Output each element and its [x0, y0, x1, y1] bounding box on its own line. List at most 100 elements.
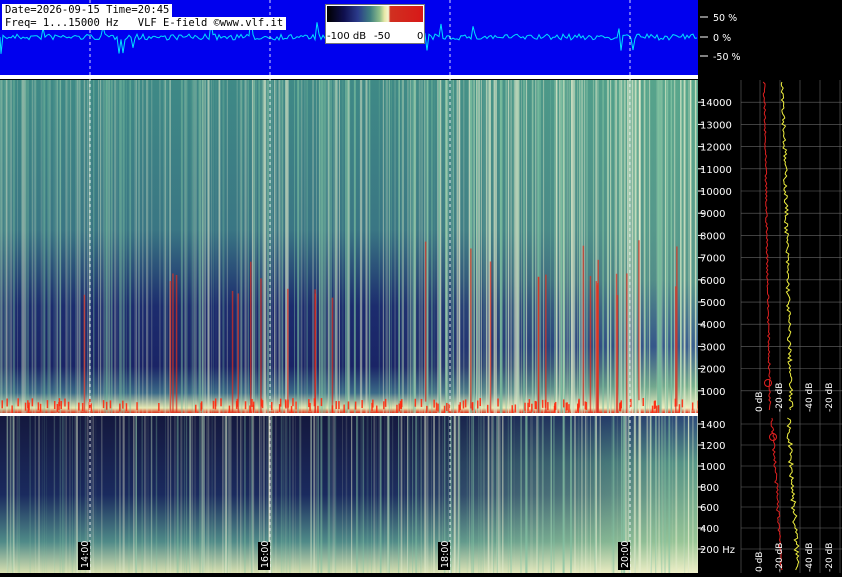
sferic-streak: [195, 416, 197, 573]
sferic-streak: [115, 80, 116, 413]
red-streak: [590, 276, 592, 436]
sferic-streak: [520, 416, 522, 573]
sferic-streak: [402, 80, 403, 413]
bottom-red-speck: [38, 402, 40, 410]
sferic-streak: [526, 80, 527, 413]
sferic-streak: [248, 80, 249, 413]
bottom-red-speck: [415, 399, 417, 407]
sferic-streak: [194, 80, 195, 413]
sferic-streak: [77, 80, 79, 413]
sferic-streak: [369, 80, 371, 413]
sferic-streak: [491, 416, 492, 573]
sferic-streak: [563, 416, 565, 573]
sferic-streak: [199, 80, 200, 413]
sferic-streak: [658, 416, 659, 573]
sferic-streak: [176, 416, 177, 573]
sferic-streak: [212, 416, 213, 573]
sferic-streak: [486, 80, 488, 413]
bottom-red-speck: [47, 400, 49, 408]
sferic-streak: [481, 416, 482, 573]
sferic-streak: [425, 416, 427, 573]
sferic-streak: [7, 416, 9, 573]
sferic-streak: [87, 80, 89, 413]
sferic-streak: [495, 80, 497, 413]
sferic-streak: [202, 80, 204, 413]
bottom-red-speck: [249, 405, 251, 413]
bottom-red-speck: [621, 400, 623, 408]
sferic-streak: [237, 80, 238, 413]
sferic-streak: [142, 80, 143, 413]
sferic-streak: [117, 80, 118, 413]
sferic-streak: [285, 80, 287, 413]
sferic-streak: [148, 80, 149, 413]
sferic-streak: [570, 416, 572, 573]
sferic-streak: [622, 80, 624, 413]
sferic-streak: [271, 416, 273, 573]
sferic-streak: [542, 416, 543, 573]
y-tick-label-lower: 400: [700, 524, 719, 535]
sferic-streak: [513, 80, 514, 413]
sferic-streak: [472, 416, 474, 573]
bottom-red-speck: [2, 400, 4, 408]
sferic-streak: [331, 80, 332, 413]
db-label-upper: 0 dB: [755, 392, 765, 412]
bottom-red-speck: [563, 399, 565, 407]
bottom-red-speck: [385, 399, 387, 407]
sferic-streak: [313, 416, 315, 573]
sferic-streak: [479, 80, 480, 413]
sferic-streak: [684, 80, 686, 413]
bottom-red-speck: [57, 404, 59, 412]
sferic-streak: [690, 80, 692, 413]
sferic-streak: [657, 80, 659, 413]
sferic-streak: [191, 80, 192, 413]
y-tick-label-lower: 1200: [700, 441, 725, 452]
sferic-streak: [569, 80, 570, 413]
sferic-streak: [508, 416, 509, 573]
bottom-red-speck: [383, 401, 385, 409]
bottom-red-speck: [59, 398, 61, 406]
bottom-red-speck: [554, 403, 556, 411]
red-streak: [545, 275, 547, 435]
sferic-streak: [225, 416, 226, 573]
sferic-streak: [357, 416, 358, 573]
db-label-lower: -40 dB: [805, 543, 815, 572]
sferic-streak: [617, 416, 618, 573]
sferic-streak: [479, 416, 480, 573]
bottom-red-speck: [17, 398, 19, 406]
sferic-streak: [6, 80, 7, 413]
color-scale-gradient: [327, 6, 423, 22]
sferic-streak: [10, 80, 11, 413]
sferic-streak: [345, 80, 346, 413]
sferic-streak: [401, 416, 402, 573]
waveform-label: 0 %: [713, 33, 731, 44]
sferic-streak: [327, 416, 328, 573]
sferic-streak: [206, 416, 207, 573]
sferic-streak: [458, 416, 460, 573]
sferic-streak: [30, 416, 31, 573]
sferic-streak: [684, 416, 685, 573]
db-label-lower: -20 dB: [825, 543, 835, 572]
red-streak: [425, 242, 427, 402]
sferic-streak: [563, 80, 564, 413]
sferic-streak: [336, 80, 338, 413]
bottom-red-speck: [463, 400, 465, 408]
sferic-streak: [181, 80, 183, 413]
time-label: 18:00: [440, 541, 451, 568]
sferic-streak: [170, 416, 171, 573]
sferic-streak: [647, 416, 649, 573]
sferic-streak: [427, 80, 428, 413]
sferic-streak: [328, 416, 330, 573]
sferic-streak: [174, 416, 175, 573]
y-tick-label-lower: 1000: [700, 462, 725, 473]
sferic-streak: [494, 80, 495, 413]
sferic-streak: [286, 416, 288, 573]
sferic-streak: [692, 416, 693, 573]
db-label-lower: 0 dB: [755, 552, 765, 572]
sferic-streak: [421, 80, 422, 413]
sferic-streak: [207, 80, 208, 413]
sferic-streak: [493, 416, 494, 573]
sferic-streak: [322, 80, 324, 413]
sferic-streak: [473, 80, 474, 413]
sferic-streak: [695, 80, 696, 413]
sferic-streak: [452, 80, 453, 413]
